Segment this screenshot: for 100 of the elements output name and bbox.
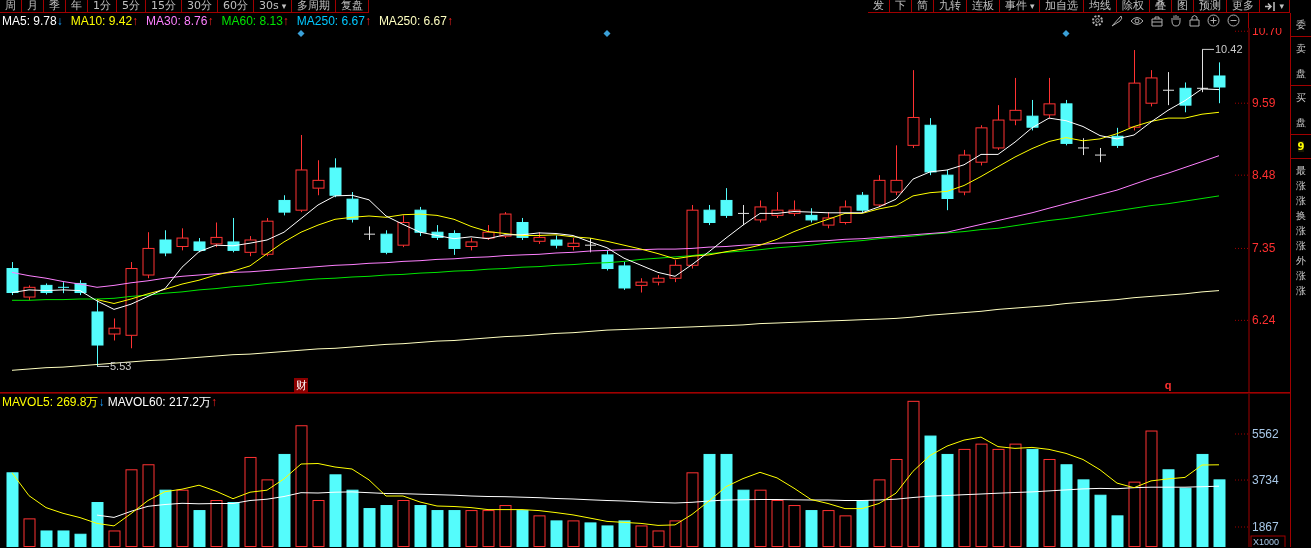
toolbar-tab[interactable]: 15分 xyxy=(146,0,182,13)
panel-label: 买 xyxy=(1296,92,1306,103)
panel-label: 涨 xyxy=(1296,195,1306,206)
settings-icon[interactable] xyxy=(1091,14,1104,27)
trend-arrow: ↑ xyxy=(211,395,217,409)
toolbar-tab[interactable]: 60分 xyxy=(218,0,254,13)
toolbar-tab[interactable]: 除权 xyxy=(1117,0,1151,13)
panel-label: 最 xyxy=(1296,165,1306,176)
indicator-value: MA250: 6.67↑ xyxy=(378,13,453,28)
panel-label: 盘 xyxy=(1296,68,1306,79)
exit-icon xyxy=(1265,1,1277,11)
candlestick xyxy=(924,117,937,176)
candlestick xyxy=(635,277,648,294)
toolbar-tab[interactable]: 复盘 xyxy=(336,0,370,13)
indicator-value: MA5: 9.78↓ xyxy=(2,13,63,28)
panel-label: 盘 xyxy=(1296,117,1306,128)
candlestick xyxy=(364,225,375,241)
hand-icon[interactable] xyxy=(1170,14,1182,27)
candlestick xyxy=(686,204,699,270)
toolbar-tab[interactable]: 简 xyxy=(911,0,934,13)
indicator-value: MAVOL5: 269.8万 xyxy=(2,395,99,409)
toolbar-tab[interactable]: 年 xyxy=(66,0,88,13)
candlestick xyxy=(91,299,104,367)
toolbar-tab[interactable]: 30分 xyxy=(182,0,218,13)
volume-axis-label: 1867 xyxy=(1252,520,1279,534)
price-axis-label: 7.35 xyxy=(1252,241,1276,256)
basket-icon[interactable] xyxy=(1151,14,1163,27)
toolbar-tab[interactable]: 季 xyxy=(44,0,66,13)
toolbar-tab[interactable]: 预测 xyxy=(1194,0,1228,13)
indicator-value: MAVOL60: 217.2万 xyxy=(107,395,211,409)
low-price-label: 5.53 xyxy=(110,360,132,373)
toolbar-tab[interactable]: 九转 xyxy=(933,0,967,13)
toolbar-tab[interactable]: 下 xyxy=(889,0,912,13)
volume-axis-label: 3734 xyxy=(1252,473,1279,487)
event-marker[interactable] xyxy=(603,30,611,37)
candlestick xyxy=(907,69,920,149)
toolbar-tab[interactable]: 事件 ▾ xyxy=(999,0,1041,13)
volume-axis-label: 5562 xyxy=(1252,427,1279,441)
toolbar-tab[interactable]: 5分 xyxy=(117,0,146,13)
indicator-value: MA10: 9.42↑ xyxy=(70,13,139,28)
panel-label: 换 xyxy=(1296,210,1306,221)
panel-label: 涨 xyxy=(1296,285,1306,296)
candlestick xyxy=(890,144,903,196)
panel-label: 委 xyxy=(1296,19,1306,30)
panel-label: 外 xyxy=(1296,255,1306,266)
toolbar-tab[interactable]: 叠 xyxy=(1150,0,1173,13)
candlestick xyxy=(1043,77,1056,119)
candlestick xyxy=(295,134,308,213)
toolbar-tab[interactable]: 发 xyxy=(867,0,890,13)
event-tag[interactable]: 财 xyxy=(294,378,308,392)
high-price-label: 10.42 xyxy=(1215,43,1243,56)
eye-icon[interactable] xyxy=(1130,15,1144,26)
candlestick xyxy=(210,221,223,248)
toolbar-tab[interactable]: 均线 xyxy=(1084,0,1118,13)
zoom-in-icon[interactable] xyxy=(1207,14,1220,27)
toolbar-tab[interactable]: 更多 xyxy=(1227,0,1261,13)
exit-button[interactable]: ▾ xyxy=(1260,0,1290,13)
candlestick xyxy=(1128,49,1141,131)
event-marker[interactable] xyxy=(1062,30,1070,37)
candlestick xyxy=(448,229,461,256)
price-axis-label: 6.24 xyxy=(1252,313,1276,328)
candlestick xyxy=(1213,61,1226,104)
indicator-value: MA30: 8.76↑ xyxy=(146,13,214,28)
toolbar-tab[interactable]: 30s ▾ xyxy=(254,0,293,13)
toolbar-tab[interactable]: 多周期 xyxy=(292,0,337,13)
lock-icon[interactable] xyxy=(1189,14,1200,27)
toolbar-tab[interactable]: 1分 xyxy=(88,0,117,13)
feather-icon[interactable] xyxy=(1111,14,1123,27)
toolbar-tab[interactable]: 加自选 xyxy=(1040,0,1085,13)
candlestick xyxy=(720,187,733,219)
event-marker[interactable] xyxy=(297,30,305,37)
candlestick xyxy=(125,261,138,349)
toolbar-tab[interactable]: 周 xyxy=(0,0,22,13)
candlestick xyxy=(1163,71,1174,106)
panel-label: 涨 xyxy=(1296,270,1306,281)
panel-label: 涨 xyxy=(1296,240,1306,251)
candlestick xyxy=(142,231,155,279)
toolbar-tab[interactable]: 月 xyxy=(22,0,44,13)
panel-label: 涨 xyxy=(1296,180,1306,191)
candlestick xyxy=(738,204,749,226)
zoom-out-icon[interactable] xyxy=(1227,14,1240,27)
panel-label: 9 xyxy=(1297,141,1305,152)
candlestick xyxy=(1009,77,1022,126)
price-axis-label: 9.59 xyxy=(1252,96,1276,111)
panel-label: 涨 xyxy=(1296,225,1306,236)
price-axis-label: 8.48 xyxy=(1252,168,1276,183)
candlestick xyxy=(1026,99,1039,131)
indicator-value: MA60: 8.13↑ xyxy=(221,13,289,28)
candlestick xyxy=(1095,147,1106,163)
unit-label: X1000 xyxy=(1253,537,1280,547)
toolbar-tab[interactable]: 连板 xyxy=(966,0,1000,13)
leader-line xyxy=(96,365,110,367)
panel-label: 卖 xyxy=(1296,43,1306,54)
candlestick xyxy=(108,317,121,341)
candlestick xyxy=(312,159,325,196)
candlestick xyxy=(1179,81,1192,113)
indicator-value: MA250: 6.67↑ xyxy=(296,13,371,28)
toolbar-tab[interactable]: 图 xyxy=(1172,0,1195,13)
event-tag[interactable]: q xyxy=(1164,379,1172,391)
leader-line xyxy=(1201,48,1215,50)
